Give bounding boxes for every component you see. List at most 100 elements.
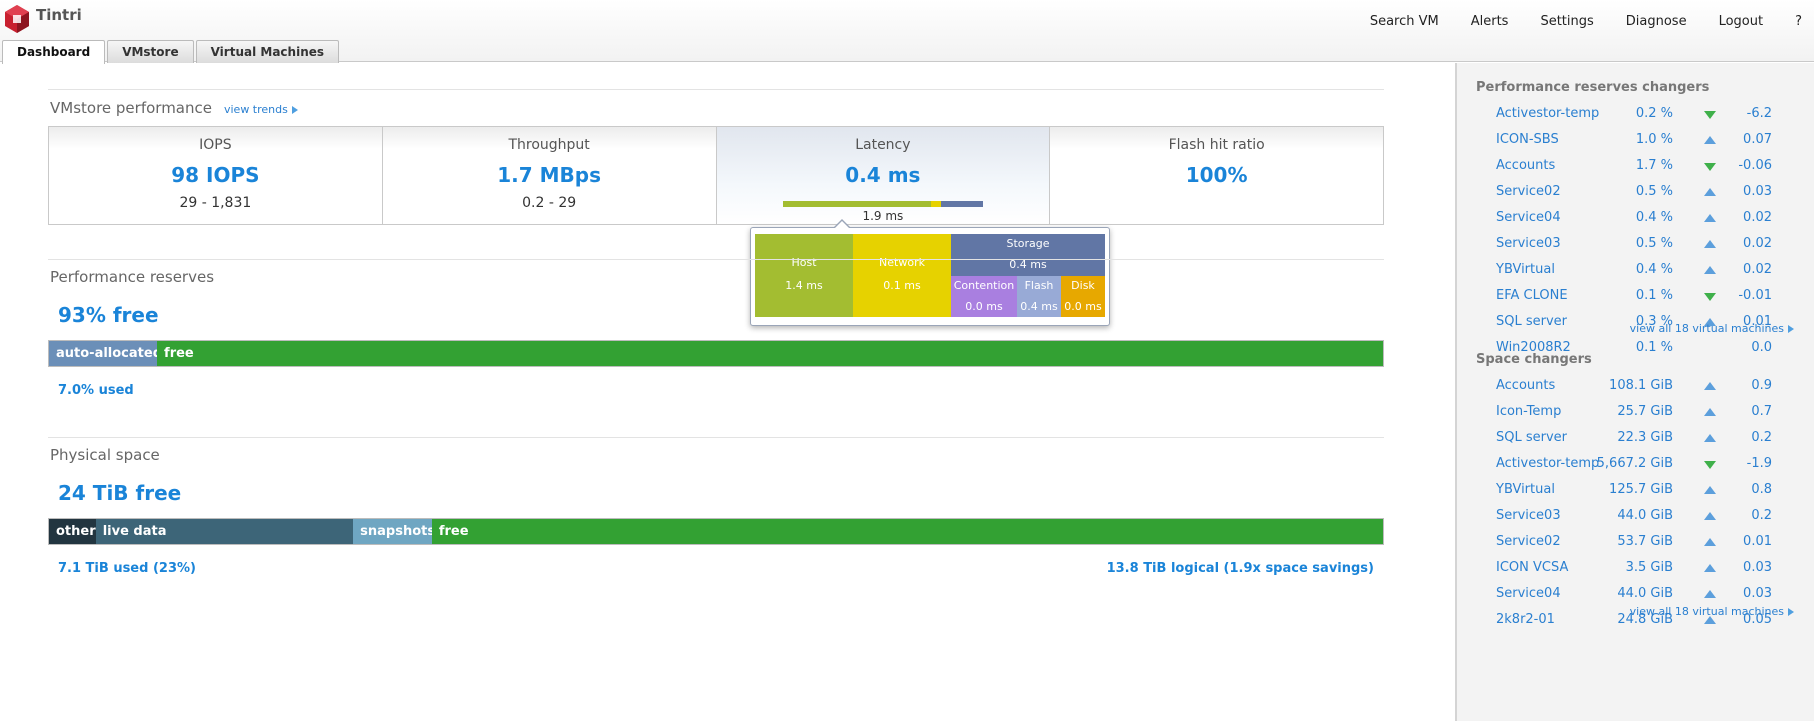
- divider: [48, 259, 1384, 260]
- space-row[interactable]: SQL server 22.3 GiB 0.2: [1476, 430, 1796, 452]
- vm-delta: 0.2: [1751, 430, 1772, 445]
- search-vm-link[interactable]: Search VM: [1370, 14, 1439, 29]
- help-link[interactable]: ?: [1795, 14, 1802, 29]
- tooltip-flash-value: 0.4 ms: [1020, 300, 1058, 313]
- vm-value: 22.3 GiB: [1617, 430, 1673, 445]
- vm-name-link[interactable]: Service02: [1496, 184, 1561, 199]
- perf-row[interactable]: Service03 0.5 % 0.02: [1476, 236, 1796, 258]
- space-row[interactable]: Activestor-temp 5,667.2 GiB -1.9: [1476, 456, 1796, 478]
- arrow-up-icon: [1704, 240, 1716, 248]
- throughput-box[interactable]: Throughput 1.7 MBps 0.2 - 29: [382, 127, 717, 224]
- arrow-up-icon: [1704, 564, 1716, 572]
- latency-value: 0.4 ms: [845, 163, 921, 187]
- vm-name-link[interactable]: Activestor-temp: [1496, 106, 1599, 121]
- vm-name-link[interactable]: ICON VCSA: [1496, 560, 1568, 575]
- perf-row[interactable]: Accounts 1.7 % -0.06: [1476, 158, 1796, 180]
- vm-name-link[interactable]: Service04: [1496, 210, 1561, 225]
- vm-name-link[interactable]: YBVirtual: [1496, 262, 1555, 277]
- top-bar: Tintri Search VM Alerts Settings Diagnos…: [0, 0, 1814, 64]
- perf-row[interactable]: Activestor-temp 0.2 % -6.2: [1476, 106, 1796, 128]
- vm-name-link[interactable]: SQL server: [1496, 314, 1567, 329]
- diagnose-link[interactable]: Diagnose: [1626, 14, 1687, 29]
- tab-virtual-machines[interactable]: Virtual Machines: [195, 40, 340, 63]
- view-trends-link[interactable]: view trends: [224, 103, 298, 116]
- arrow-up-icon: [1704, 136, 1716, 144]
- arrow-up-icon: [1704, 266, 1716, 274]
- settings-link[interactable]: Settings: [1540, 14, 1593, 29]
- arrow-up-icon: [1704, 512, 1716, 520]
- vm-delta: 0.7: [1751, 404, 1772, 419]
- perf-changers-title: Performance reserves changers: [1476, 80, 1710, 95]
- vm-name-link[interactable]: EFA CLONE: [1496, 288, 1568, 303]
- perf-row[interactable]: Service04 0.4 % 0.02: [1476, 210, 1796, 232]
- latency-bar-host: [782, 201, 931, 207]
- vm-name-link[interactable]: SQL server: [1496, 430, 1567, 445]
- vm-name-link[interactable]: YBVirtual: [1496, 482, 1555, 497]
- perf-row[interactable]: YBVirtual 0.4 % 0.02: [1476, 262, 1796, 284]
- flash-hit-ratio-box[interactable]: Flash hit ratio 100%: [1050, 127, 1383, 224]
- vm-value: 108.1 GiB: [1609, 378, 1673, 393]
- space-row[interactable]: YBVirtual 125.7 GiB 0.8: [1476, 482, 1796, 504]
- latency-bar: [782, 201, 983, 207]
- perf-row[interactable]: EFA CLONE 0.1 % -0.01: [1476, 288, 1796, 310]
- vm-value: 53.7 GiB: [1617, 534, 1673, 549]
- vm-name-link[interactable]: Service03: [1496, 236, 1561, 251]
- vm-delta: 0.02: [1743, 236, 1772, 251]
- arrow-right-icon: [1788, 325, 1794, 333]
- vm-name-link[interactable]: Service03: [1496, 508, 1561, 523]
- flash-hit-ratio-value: 100%: [1185, 163, 1248, 187]
- vm-value: 0.4 %: [1635, 210, 1673, 225]
- physical-segment-free: free: [431, 519, 1383, 544]
- throughput-value: 1.7 MBps: [497, 163, 601, 187]
- iops-value: 98 IOPS: [171, 163, 260, 187]
- alerts-link[interactable]: Alerts: [1471, 14, 1509, 29]
- arrow-up-icon: [1704, 408, 1716, 416]
- tooltip-flash-label: Flash: [1024, 279, 1054, 292]
- main-content: VMstore performance view trends IOPS 98 I…: [0, 63, 1455, 721]
- space-row[interactable]: Service02 53.7 GiB 0.01: [1476, 534, 1796, 556]
- vm-name-link[interactable]: Service04: [1496, 586, 1561, 601]
- tab-vmstore[interactable]: VMstore: [107, 40, 194, 63]
- physical-section-title: Physical space: [50, 446, 160, 464]
- arrow-right-icon: [1788, 608, 1794, 616]
- vm-delta: -1.9: [1746, 456, 1772, 471]
- space-view-all-link[interactable]: view all 18 virtual machines: [1630, 605, 1794, 618]
- vm-value: 0.5 %: [1635, 184, 1673, 199]
- reserves-segment-auto-allocated: auto-allocated: [49, 341, 158, 366]
- space-row[interactable]: Service03 44.0 GiB 0.2: [1476, 508, 1796, 530]
- vm-name-link[interactable]: Accounts: [1496, 378, 1555, 393]
- vm-delta: 0.2: [1751, 508, 1772, 523]
- vm-delta: 0.07: [1743, 132, 1772, 147]
- vm-delta: 0.9: [1751, 378, 1772, 393]
- perf-row[interactable]: ICON-SBS 1.0 % 0.07: [1476, 132, 1796, 154]
- tooltip-arrow-inner: [835, 221, 849, 228]
- vm-name-link[interactable]: 2k8r2-01: [1496, 612, 1555, 627]
- vm-name-link[interactable]: Accounts: [1496, 158, 1555, 173]
- perf-row[interactable]: Service02 0.5 % 0.03: [1476, 184, 1796, 206]
- vm-name-link[interactable]: Icon-Temp: [1496, 404, 1561, 419]
- throughput-label: Throughput: [508, 137, 590, 153]
- sidebar: Performance reserves changers Activestor…: [1455, 63, 1814, 721]
- vm-delta: 0.8: [1751, 482, 1772, 497]
- tooltip-host-label: Host: [791, 256, 817, 269]
- vm-value: 0.4 %: [1635, 262, 1673, 277]
- tooltip-storage: Storage 0.4 ms: [951, 234, 1105, 276]
- iops-box[interactable]: IOPS 98 IOPS 29 - 1,831: [49, 127, 383, 224]
- perf-view-all-link[interactable]: view all 18 virtual machines: [1630, 322, 1794, 335]
- flash-hit-ratio-label: Flash hit ratio: [1168, 137, 1265, 153]
- tooltip-network-label: Network: [879, 256, 925, 269]
- vm-name-link[interactable]: Activestor-temp: [1496, 456, 1599, 471]
- logout-link[interactable]: Logout: [1719, 14, 1764, 29]
- vm-value: 1.7 %: [1635, 158, 1673, 173]
- vm-name-link[interactable]: Service02: [1496, 534, 1561, 549]
- vm-name-link[interactable]: ICON-SBS: [1496, 132, 1559, 147]
- physical-segment-other: other: [49, 519, 96, 544]
- tooltip-host-value: 1.4 ms: [785, 279, 823, 292]
- tooltip-network: Network 0.1 ms: [853, 234, 951, 317]
- space-row[interactable]: Accounts 108.1 GiB 0.9: [1476, 378, 1796, 400]
- space-row[interactable]: Icon-Temp 25.7 GiB 0.7: [1476, 404, 1796, 426]
- iops-label: IOPS: [199, 137, 232, 153]
- space-row[interactable]: ICON VCSA 3.5 GiB 0.03: [1476, 560, 1796, 582]
- tab-dashboard[interactable]: Dashboard: [2, 40, 106, 64]
- latency-box[interactable]: Latency 0.4 ms 1.9 ms: [716, 127, 1051, 224]
